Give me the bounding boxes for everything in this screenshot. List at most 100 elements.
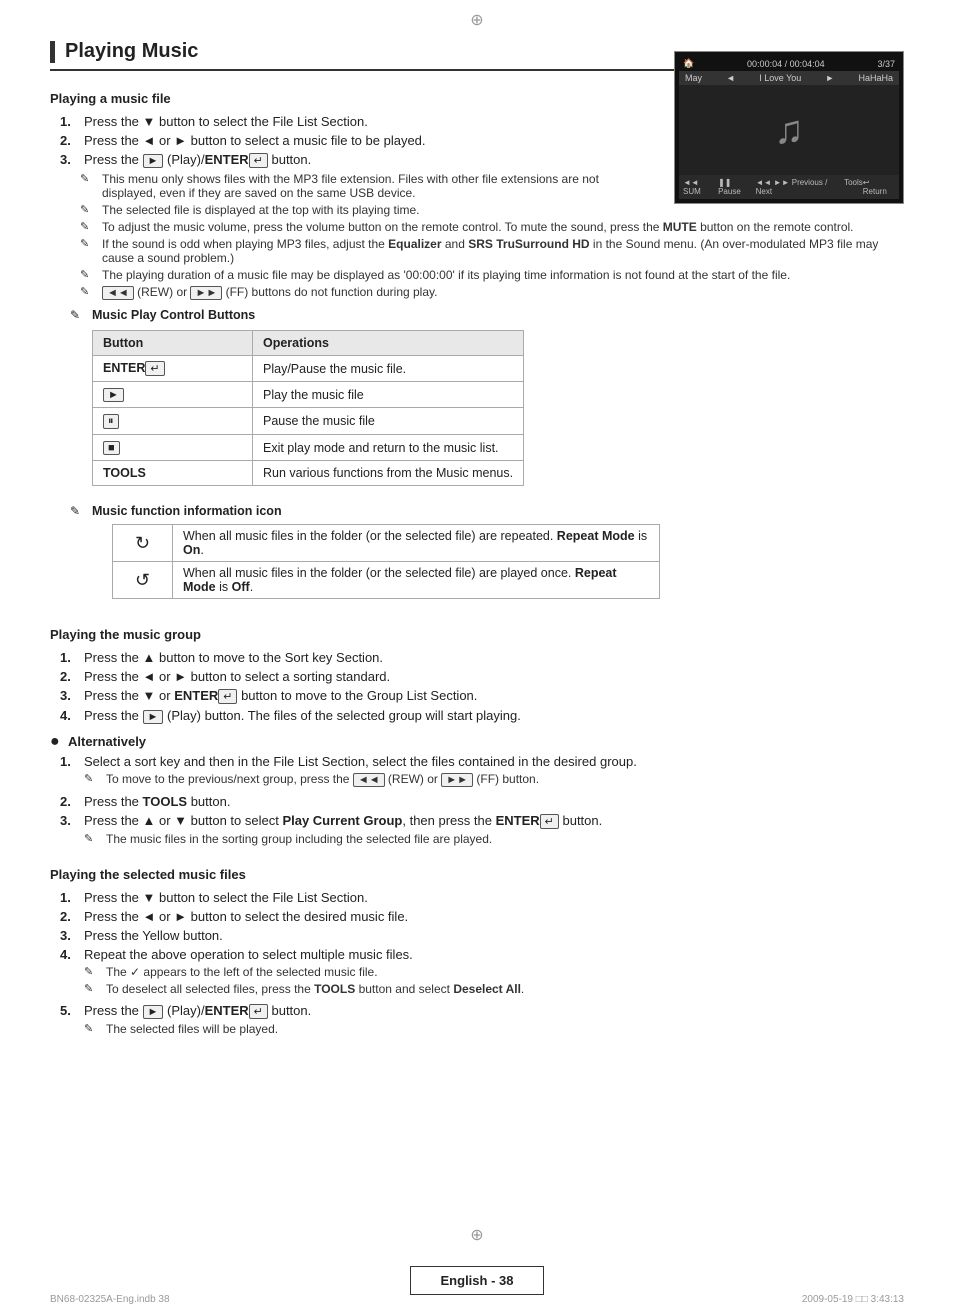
note-text: If the sound is odd when playing MP3 fil… — [102, 237, 904, 265]
step-num: 3. — [60, 928, 78, 943]
step-text: Press the ▼ button to select the File Li… — [84, 890, 368, 905]
note-item: ✎ The music files in the sorting group i… — [84, 832, 602, 846]
table-cell-button: ► — [93, 382, 253, 408]
list-item: 4. Press the ► (Play) button. The files … — [60, 708, 904, 724]
table-header-button: Button — [93, 331, 253, 356]
music-function-icon-table: ↻ When all music files in the folder (or… — [112, 524, 660, 599]
note-pencil-icon: ✎ — [84, 982, 100, 995]
bullet-dot: ● — [50, 734, 60, 750]
enter-sym: ↵ — [218, 689, 237, 704]
note-text: The selected file is displayed at the to… — [102, 203, 420, 217]
table-header-operations: Operations — [253, 331, 524, 356]
note-pencil-icon: ✎ — [80, 285, 96, 298]
step-text: Press the ▼ button to select the File Li… — [84, 114, 368, 129]
table-cell-button: ■ — [93, 435, 253, 461]
note-item: ✎ To move to the previous/next group, pr… — [84, 772, 637, 787]
step-num: 1. — [60, 114, 78, 129]
note-item: ✎ The playing duration of a music file m… — [80, 268, 904, 282]
table-cell-button: ENTER↵ — [93, 356, 253, 382]
pencil-icon: ✎ — [70, 504, 86, 518]
note-text: To deselect all selected files, press th… — [106, 982, 524, 996]
step-content: Press the ▲ or ▼ button to select Play C… — [84, 813, 602, 849]
list-item: 3. Press the Yellow button. — [60, 928, 904, 943]
ff-btn: ►► — [190, 286, 222, 300]
enter-sym: ↵ — [145, 361, 164, 376]
play-btn-sym: ► — [143, 1005, 164, 1019]
screenshot-top-bar: 🏠 00:00:04 / 00:04:04 3/37 — [679, 56, 899, 71]
play-sym: ► — [103, 388, 124, 402]
table-row: ENTER↵ Play/Pause the music file. — [93, 356, 524, 382]
repeat-on-desc: When all music files in the folder (or t… — [173, 525, 660, 562]
playing-music-group-section: Playing the music group 1. Press the ▲ b… — [50, 627, 904, 849]
repeat-off-icon: ↺ — [113, 562, 173, 599]
table-cell-op: Exit play mode and return to the music l… — [253, 435, 524, 461]
page-title-text: Playing Music — [65, 40, 198, 63]
table-row: ↻ When all music files in the folder (or… — [113, 525, 660, 562]
music-play-control-block: ✎ Music Play Control Buttons Button Oper… — [70, 308, 904, 498]
alternatively-block: ● Alternatively — [50, 734, 904, 750]
selected-music-steps: 1. Press the ▼ button to select the File… — [50, 890, 904, 1039]
enter-btn-sym: ↵ — [249, 153, 268, 168]
music-function-icon-content: Music function information icon ↻ When a… — [92, 504, 701, 609]
screenshot-track-name: I Love You — [759, 73, 801, 83]
note-pencil-icon: ✎ — [84, 772, 100, 785]
screenshot-ctrl-pause: ❚❚ Pause — [718, 178, 756, 196]
list-item: 1. Press the ▲ button to move to the Sor… — [60, 650, 904, 665]
screenshot-prev-icon: ◄ — [726, 73, 735, 83]
step-content: Press the ► (Play)/ENTER↵ button. ✎ The … — [84, 1003, 311, 1039]
screenshot-bottom-bar: ◄◄ SUM ❚❚ Pause ◄◄ ►► Previous / Next To… — [679, 175, 899, 199]
table-cell-op: Play/Pause the music file. — [253, 356, 524, 382]
rew-sym: ◄◄ — [353, 773, 385, 787]
note-item: ✎ This menu only shows files with the MP… — [80, 172, 654, 200]
list-item: 1. Select a sort key and then in the Fil… — [60, 754, 904, 790]
note-pencil-icon: ✎ — [84, 965, 100, 978]
step-text: Press the ◄ or ► button to select the de… — [84, 909, 408, 924]
table-cell-op: Run various functions from the Music men… — [253, 461, 524, 486]
table-cell-op: Play the music file — [253, 382, 524, 408]
step-num: 1. — [60, 754, 78, 769]
note-pencil-icon: ✎ — [80, 203, 96, 216]
step-text: Press the ▲ or ▼ button to select Play C… — [84, 813, 602, 828]
repeat-off-desc: When all music files in the folder (or t… — [173, 562, 660, 599]
screenshot-track-bar: May ◄ I Love You ► HaHaHa — [679, 71, 899, 85]
playing-music-group-steps: 1. Press the ▲ button to move to the Sor… — [50, 650, 904, 724]
footer-meta-left: BN68-02325A-Eng.indb 38 — [50, 1294, 170, 1305]
enter-sym: ↵ — [249, 1004, 268, 1019]
list-item: 4. Repeat the above operation to select … — [60, 947, 904, 999]
note-text: The music files in the sorting group inc… — [106, 832, 492, 846]
play-btn-sym: ► — [143, 710, 164, 724]
screenshot-ctrl-tools: Tools — [844, 178, 863, 196]
step-text: Press the ◄ or ► button to select a sort… — [84, 669, 390, 684]
music-note-icon: ♫ — [774, 108, 804, 153]
list-item: 3. Press the ▼ or ENTER↵ button to move … — [60, 688, 904, 704]
step-num: 5. — [60, 1003, 78, 1018]
note-pencil-icon: ✎ — [80, 220, 96, 233]
step-text: Press the Yellow button. — [84, 928, 223, 943]
list-item: 3. Press the ▲ or ▼ button to select Pla… — [60, 813, 904, 849]
footer-label: English - 38 — [410, 1266, 545, 1295]
page-container: ⊕ Playing Music 🏠 00:00:04 / 00:04:04 3/… — [0, 0, 954, 1315]
table-cell-op: Pause the music file — [253, 408, 524, 435]
playing-selected-music-section: Playing the selected music files 1. Pres… — [50, 867, 904, 1039]
note-text: The selected files will be played. — [106, 1022, 278, 1036]
step-text: Press the ► (Play) button. The files of … — [84, 708, 521, 724]
step-num: 2. — [60, 794, 78, 809]
note-item: ✎ To deselect all selected files, press … — [84, 982, 524, 996]
pause-sym: ⏸ — [103, 414, 119, 429]
note-item: ✎ To adjust the music volume, press the … — [80, 220, 904, 234]
step-text: Press the ► (Play)/ENTER↵ button. — [84, 152, 311, 168]
list-item: 5. Press the ► (Play)/ENTER↵ button. ✎ T… — [60, 1003, 904, 1039]
step-text: Press the ▲ button to move to the Sort k… — [84, 650, 383, 665]
playing-music-file-section: 🏠 00:00:04 / 00:04:04 3/37 May ◄ I Love … — [50, 91, 904, 268]
note-item: ✎ The selected files will be played. — [84, 1022, 311, 1036]
pencil-icon: ✎ — [70, 308, 86, 322]
step-text: Press the ▼ or ENTER↵ button to move to … — [84, 688, 477, 704]
music-control-table: Button Operations ENTER↵ Play/Pause the … — [92, 330, 524, 486]
alternatively-title: Alternatively — [68, 734, 146, 749]
note-text: The playing duration of a music file may… — [102, 268, 790, 282]
alt-steps-list: 1. Select a sort key and then in the Fil… — [50, 754, 904, 849]
screenshot-ctrl-sum: ◄◄ SUM — [683, 178, 718, 196]
step-num: 3. — [60, 152, 78, 167]
step-num: 4. — [60, 947, 78, 962]
step-num: 2. — [60, 669, 78, 684]
